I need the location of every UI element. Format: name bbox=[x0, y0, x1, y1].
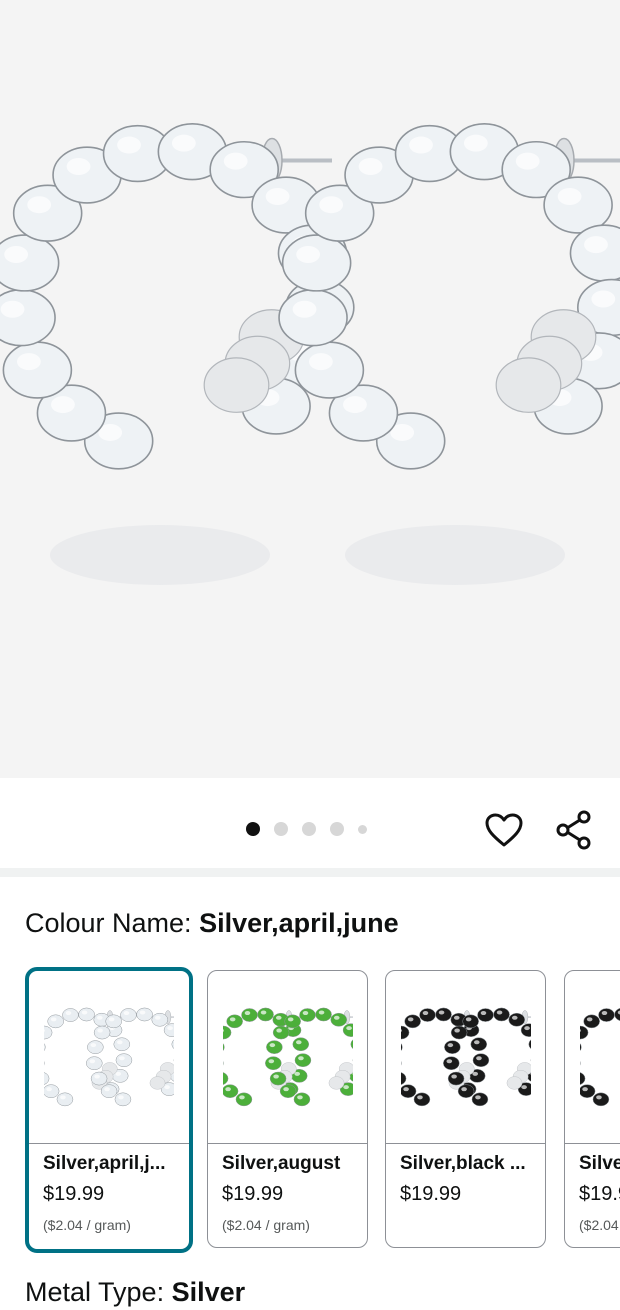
earring-thumbnail bbox=[401, 992, 531, 1122]
product-image[interactable] bbox=[0, 0, 620, 778]
swatch-card[interactable]: Silve $19.9 ($2.04 bbox=[564, 970, 620, 1248]
swatch-card[interactable]: Silver,black ... $19.99 bbox=[385, 970, 546, 1248]
metal-type-value: Silver bbox=[172, 1277, 246, 1307]
metal-type-label: Metal Type: bbox=[25, 1277, 172, 1307]
section-divider bbox=[0, 868, 620, 877]
swatch-card[interactable]: Silver,april,j... $19.99 ($2.04 / gram) bbox=[25, 967, 193, 1253]
colour-name-heading: Colour Name: Silver,april,june bbox=[25, 905, 399, 941]
swatch-thumbnail bbox=[565, 971, 620, 1144]
swatch-thumbnail bbox=[386, 971, 545, 1144]
colour-swatch-list[interactable]: Silver,april,j... $19.99 ($2.04 / gram) … bbox=[0, 967, 620, 1255]
earrings-photo bbox=[0, 0, 620, 778]
carousel-dot[interactable] bbox=[274, 822, 288, 836]
swatch-unit-price: ($2.04 / gram) bbox=[222, 1217, 310, 1233]
metal-type-heading: Metal Type: Silver bbox=[25, 1274, 245, 1310]
swatch-unit-price: ($2.04 / gram) bbox=[43, 1217, 131, 1233]
heart-icon bbox=[485, 813, 523, 847]
swatch-name: Silver,april,j... bbox=[43, 1153, 177, 1175]
colour-name-value: Silver,april,june bbox=[199, 908, 399, 938]
wishlist-button[interactable] bbox=[480, 806, 528, 854]
image-controls bbox=[0, 778, 620, 870]
carousel-indicator[interactable] bbox=[246, 822, 367, 836]
swatch-card[interactable]: Silver,august $19.99 ($2.04 / gram) bbox=[207, 970, 368, 1248]
carousel-dot[interactable] bbox=[358, 825, 367, 834]
earring-thumbnail bbox=[223, 992, 353, 1122]
share-button[interactable] bbox=[550, 806, 598, 854]
carousel-dot[interactable] bbox=[302, 822, 316, 836]
swatch-price: $19.99 bbox=[400, 1183, 461, 1206]
swatch-name: Silve bbox=[579, 1153, 620, 1175]
swatch-price: $19.9 bbox=[579, 1183, 620, 1206]
swatch-name: Silver,august bbox=[222, 1153, 356, 1175]
earring-thumbnail bbox=[580, 992, 620, 1122]
swatch-thumbnail bbox=[208, 971, 367, 1144]
swatch-unit-price: ($2.04 bbox=[579, 1217, 619, 1233]
share-icon bbox=[554, 810, 594, 850]
carousel-dot[interactable] bbox=[330, 822, 344, 836]
earring-thumbnail bbox=[44, 992, 174, 1122]
swatch-thumbnail bbox=[29, 971, 189, 1144]
colour-name-label: Colour Name: bbox=[25, 908, 199, 938]
swatch-price: $19.99 bbox=[43, 1183, 104, 1206]
swatch-name: Silver,black ... bbox=[400, 1153, 534, 1175]
swatch-price: $19.99 bbox=[222, 1183, 283, 1206]
carousel-dot[interactable] bbox=[246, 822, 260, 836]
